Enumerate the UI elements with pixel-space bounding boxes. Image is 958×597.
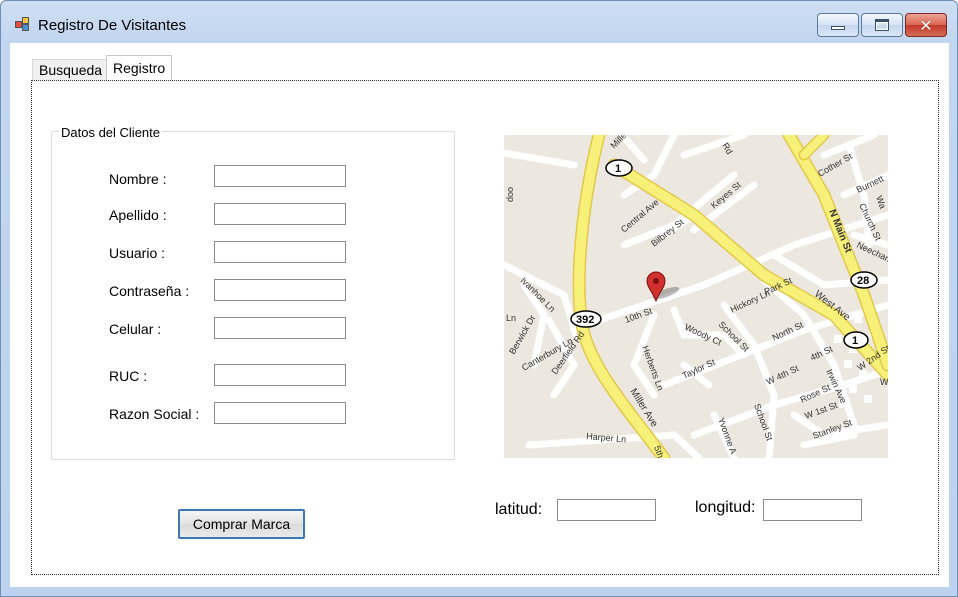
maximize-icon [875, 19, 889, 31]
close-button[interactable]: ✕ [905, 13, 947, 37]
celular-label: Celular : [109, 321, 162, 337]
title-bar[interactable]: Registro De Visitantes ✕ [1, 1, 957, 43]
shield-1: 1 [615, 163, 621, 175]
street-label: W [880, 377, 888, 387]
map-canvas: 1 392 28 1 Miller Ave Rd Cother St Burne… [504, 135, 888, 458]
tab-busqueda[interactable]: Busqueda [32, 59, 110, 80]
contrasena-label: Contraseña : [109, 283, 190, 299]
usuario-label: Usuario : [109, 245, 166, 261]
client-area: Busqueda Registro Datos del Cliente Nomb… [10, 43, 949, 587]
apellido-label: Apellido : [109, 207, 167, 223]
nombre-label: Nombre : [109, 171, 167, 187]
shield-1b: 1 [852, 335, 858, 347]
latitud-field[interactable] [557, 499, 656, 521]
window-title: Registro De Visitantes [38, 17, 187, 34]
nombre-field[interactable] [214, 165, 346, 187]
celular-field[interactable] [214, 317, 346, 339]
minimize-icon [831, 26, 845, 30]
shield-392: 392 [576, 314, 594, 326]
shield-28: 28 [857, 275, 869, 287]
razon-social-field[interactable] [214, 402, 346, 424]
longitud-field[interactable] [763, 499, 862, 521]
ruc-field[interactable] [214, 364, 346, 386]
longitud-label: longitud: [695, 499, 756, 516]
group-legend: Datos del Cliente [59, 125, 162, 140]
tab-registro[interactable]: Registro [106, 55, 173, 80]
contrasena-field[interactable] [214, 279, 346, 301]
razon-social-label: Razon Social : [109, 406, 200, 422]
close-icon: ✕ [919, 15, 933, 35]
usuario-field[interactable] [214, 241, 346, 263]
latitud-label: latitud: [495, 501, 543, 518]
ruc-label: RUC : [109, 368, 148, 384]
maximize-button[interactable] [861, 13, 903, 37]
minimize-button[interactable] [817, 13, 859, 37]
registro-panel: Datos del Cliente Nombre : Apellido : Us… [31, 80, 939, 575]
app-icon [15, 17, 31, 31]
street-label: oop [506, 187, 516, 202]
map-view[interactable]: 1 392 28 1 Miller Ave Rd Cother St Burne… [504, 135, 888, 458]
comprar-marca-button[interactable]: Comprar Marca [178, 509, 305, 539]
main-window: Registro De Visitantes ✕ Busqueda Regist… [0, 0, 958, 597]
apellido-field[interactable] [214, 203, 346, 225]
street-label: Ln [506, 313, 516, 323]
